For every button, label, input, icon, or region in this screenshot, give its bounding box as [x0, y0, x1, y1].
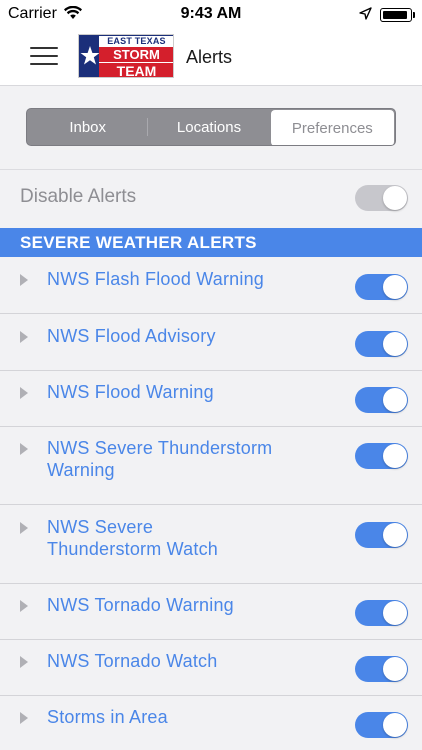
disclosure-arrow-icon[interactable]: [20, 387, 28, 399]
disclosure-arrow-icon[interactable]: [20, 274, 28, 286]
alert-row-storms-in-area[interactable]: Storms in Area: [0, 696, 422, 750]
disclosure-arrow-icon[interactable]: [20, 331, 28, 343]
battery-tip: [413, 12, 415, 18]
alert-label: NWS Flash Flood Warning: [47, 269, 264, 289]
battery-icon: [380, 8, 412, 22]
section-header: SEVERE WEATHER ALERTS: [0, 228, 422, 257]
star-icon: [80, 46, 100, 65]
alert-row-severe-thunderstorm-warning[interactable]: NWS Severe Thunderstorm Warning: [0, 427, 422, 505]
logo-line-1: EAST TEXAS: [99, 36, 173, 47]
logo-line-3: TEAM: [99, 62, 173, 77]
disclosure-arrow-icon[interactable]: [20, 712, 28, 724]
menu-icon[interactable]: [30, 44, 58, 68]
alert-row-severe-thunderstorm-watch[interactable]: NWS Severe Thunderstorm Watch: [0, 506, 422, 584]
disable-alerts-label: Disable Alerts: [20, 186, 137, 207]
toggle-knob: [383, 601, 407, 625]
disclosure-arrow-icon[interactable]: [20, 656, 28, 668]
alert-label: NWS Flood Warning: [47, 382, 214, 402]
toggle-knob: [383, 275, 407, 299]
tab-segmented-control: Inbox Locations Preferences: [26, 108, 396, 146]
disable-alerts-row: Disable Alerts: [0, 171, 422, 227]
disclosure-arrow-icon[interactable]: [20, 522, 28, 534]
toggle-knob: [383, 523, 407, 547]
alert-row-tornado-watch[interactable]: NWS Tornado Watch: [0, 640, 422, 696]
battery-level: [383, 11, 407, 19]
alert-toggle[interactable]: [355, 443, 408, 469]
alert-toggle[interactable]: [355, 600, 408, 626]
tab-inbox[interactable]: Inbox: [27, 109, 149, 145]
logo-line-2: STORM: [99, 47, 173, 62]
page-title: Alerts: [186, 47, 233, 67]
alert-toggle[interactable]: [355, 274, 408, 300]
alert-label: NWS Tornado Watch: [47, 651, 218, 671]
alert-toggle[interactable]: [355, 712, 408, 738]
alert-row-flash-flood-warning[interactable]: NWS Flash Flood Warning: [0, 258, 422, 314]
alert-row-flood-warning[interactable]: NWS Flood Warning: [0, 371, 422, 427]
alert-label: Storms in Area: [47, 707, 168, 727]
tab-locations[interactable]: Locations: [148, 109, 269, 145]
alert-toggle[interactable]: [355, 387, 408, 413]
alert-toggle[interactable]: [355, 656, 408, 682]
alert-label: NWS Severe Thunderstorm Warning: [47, 438, 273, 480]
disclosure-arrow-icon[interactable]: [20, 443, 28, 455]
alert-label: NWS Flood Advisory: [47, 326, 216, 346]
alert-label: NWS Severe Thunderstorm Watch: [47, 517, 218, 559]
east-texas-storm-team-logo: EAST TEXAS STORM TEAM: [78, 34, 174, 78]
alert-row-flood-advisory[interactable]: NWS Flood Advisory: [0, 315, 422, 371]
disclosure-arrow-icon[interactable]: [20, 600, 28, 612]
tab-preferences[interactable]: Preferences: [270, 110, 395, 145]
alert-toggle[interactable]: [355, 331, 408, 357]
toggle-knob: [383, 657, 407, 681]
disable-alerts-toggle[interactable]: [355, 185, 408, 211]
toggle-knob: [383, 444, 407, 468]
section-title: SEVERE WEATHER ALERTS: [20, 233, 257, 252]
alert-row-tornado-warning[interactable]: NWS Tornado Warning: [0, 584, 422, 640]
tabs-area: Inbox Locations Preferences: [0, 87, 422, 170]
nav-bar: EAST TEXAS STORM TEAM Alerts: [0, 30, 422, 86]
alert-toggle[interactable]: [355, 522, 408, 548]
toggle-knob: [383, 186, 407, 210]
status-bar: Carrier 9:43 AM: [0, 0, 422, 30]
toggle-knob: [383, 332, 407, 356]
toggle-knob: [383, 713, 407, 737]
alert-label: NWS Tornado Warning: [47, 595, 234, 615]
toggle-knob: [383, 388, 407, 412]
location-arrow-icon: [359, 7, 372, 25]
